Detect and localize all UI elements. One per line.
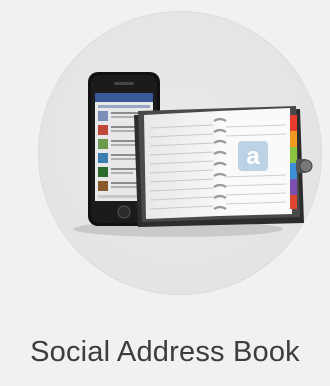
book-badge-letter: a — [246, 143, 260, 170]
app-title[interactable]: Social Address Book — [0, 336, 330, 369]
address-book-with-phone-icon[interactable]: a — [38, 11, 322, 295]
app-tile[interactable]: a Social Address Book — [0, 0, 330, 386]
address-book-icon: a — [134, 106, 313, 227]
